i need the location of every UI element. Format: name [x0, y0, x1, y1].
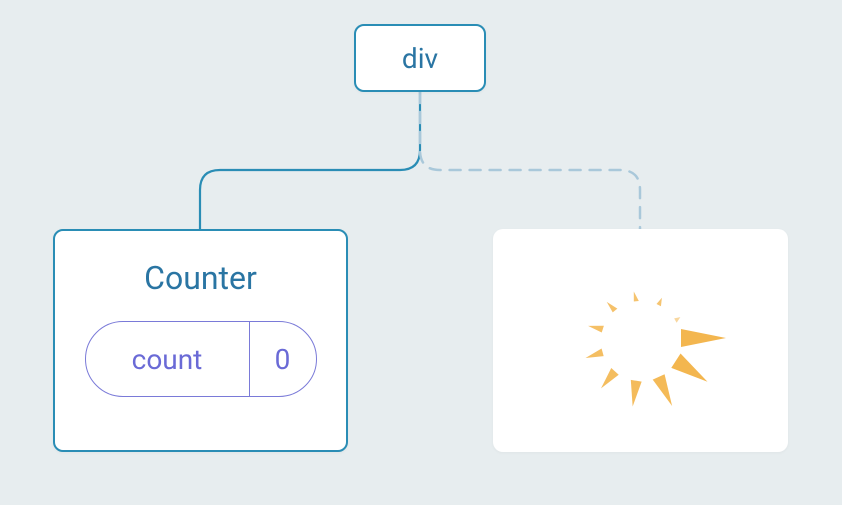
loading-spinner-icon	[541, 241, 741, 441]
counter-node: Counter count 0	[53, 229, 348, 452]
root-node: div	[354, 24, 486, 92]
state-label: count	[86, 322, 250, 396]
state-value: 0	[250, 322, 316, 396]
root-label: div	[402, 42, 438, 75]
state-pill: count 0	[85, 321, 317, 397]
counter-title: Counter	[144, 259, 257, 297]
loading-node	[493, 229, 788, 452]
